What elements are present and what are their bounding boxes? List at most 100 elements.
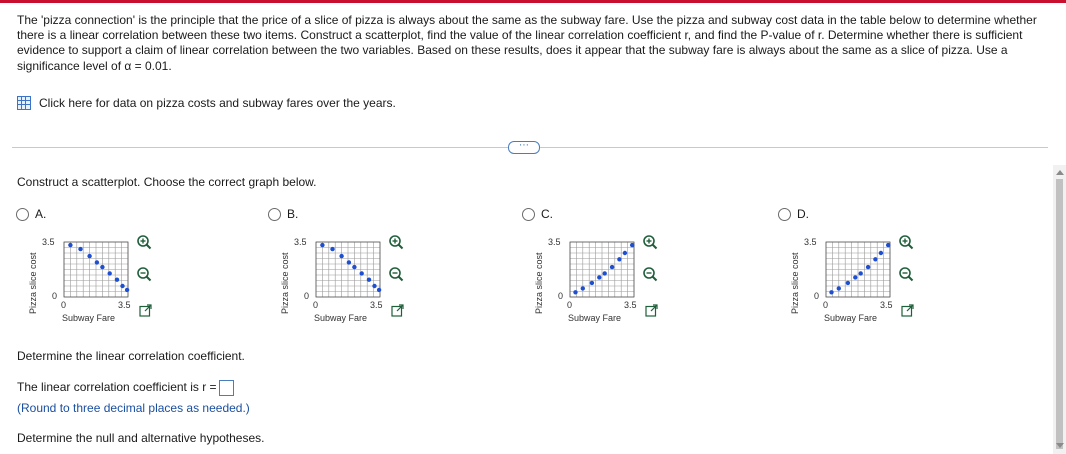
data-point [366,277,372,282]
data-point [873,257,878,262]
y-tick-top: 3.5 [804,237,817,247]
x-tick-left: 0 [313,300,319,310]
correlation-heading: Determine the linear correlation coeffic… [17,349,245,363]
data-point [602,271,607,276]
y-axis-label: Pizza slice cost [534,252,544,314]
option-c-scatterplot: Pizza slice cost 3.5 0 0 3.5 Subway Fare [534,234,674,334]
zoom-out-icon[interactable] [898,266,914,282]
data-point [622,250,628,256]
data-point [78,246,83,252]
x-tick-left: 0 [61,300,67,310]
option-b-scatterplot: Pizza slice cost 3.5 0 0 3.5 Subway Fare [280,234,420,334]
option-c-radio[interactable]: C. [522,207,553,221]
option-label: A. [35,207,47,221]
rounding-hint: (Round to three decimal places as needed… [17,401,250,415]
option-label: B. [287,207,299,221]
data-point [87,253,92,259]
hypotheses-heading: Determine the null and alternative hypot… [17,431,265,445]
zoom-in-icon[interactable] [136,234,152,250]
data-point [886,242,891,248]
zoom-in-icon[interactable] [388,234,404,250]
data-point [597,275,602,280]
data-point [372,283,377,289]
correlation-line: The linear correlation coefficient is r … [17,380,234,396]
data-point [346,260,352,265]
top-accent-bar [0,0,1066,3]
y-axis-label: Pizza slice cost [28,252,38,314]
construct-prompt: Construct a scatterplot. Choose the corr… [17,175,317,189]
data-point [352,264,357,270]
zoom-in-icon[interactable] [642,234,658,250]
radio-circle-icon[interactable] [268,207,281,221]
option-a-scatterplot: Pizza slice cost 3.5 0 0 3.5 Subway Fare [28,234,168,334]
x-axis-label: Subway Fare [314,313,368,323]
data-point [865,264,871,270]
data-point [68,242,73,248]
y-tick-top: 3.5 [548,237,561,247]
data-point [359,271,364,276]
y-tick-top: 3.5 [294,237,307,247]
popout-icon[interactable] [391,304,404,317]
data-point [94,260,100,265]
data-point [100,264,105,270]
x-tick-right: 3.5 [118,300,131,310]
radio-circle-icon[interactable] [522,207,535,221]
option-label: C. [541,207,553,221]
data-point [609,264,615,270]
data-point [107,271,112,276]
option-d-scatterplot: Pizza slice cost 3.5 0 0 3.5 Subway Fare [790,234,930,334]
option-a-radio[interactable]: A. [16,207,46,221]
data-point [114,277,120,282]
zoom-in-icon[interactable] [898,234,914,250]
radio-circle-icon[interactable] [16,207,29,221]
y-tick-bottom: 0 [52,291,58,301]
scroll-up-arrow-icon[interactable] [1056,170,1064,175]
table-icon [17,96,31,110]
x-axis-label: Subway Fare [824,313,878,323]
correlation-answer-input[interactable] [218,380,234,396]
data-point [836,286,841,291]
data-point [120,283,125,289]
x-tick-right: 3.5 [370,300,383,310]
x-tick-left: 0 [823,300,829,310]
y-tick-bottom: 0 [814,291,820,301]
scroll-thumb[interactable] [1056,179,1063,449]
data-point [858,271,863,276]
option-label: D. [797,207,809,221]
expand-more-button[interactable]: ⋯ [508,141,540,154]
data-point [339,253,344,259]
option-d-radio[interactable]: D. [778,207,809,221]
zoom-out-icon[interactable] [642,266,658,282]
data-point [829,290,834,295]
popout-icon[interactable] [901,304,914,317]
data-point [124,287,130,293]
vertical-scrollbar[interactable] [1053,165,1066,454]
y-axis-label: Pizza slice cost [280,252,290,314]
y-tick-bottom: 0 [304,291,310,301]
x-axis-label: Subway Fare [568,313,622,323]
data-point [573,290,578,295]
y-axis-label: Pizza slice cost [790,252,800,314]
correlation-prompt: The linear correlation coefficient is r … [17,380,217,395]
popout-icon[interactable] [645,304,658,317]
radio-circle-icon[interactable] [778,207,791,221]
data-point [878,250,884,256]
data-point [845,280,851,286]
data-link-label[interactable]: Click here for data on pizza costs and s… [39,96,396,110]
x-tick-left: 0 [567,300,573,310]
zoom-out-icon[interactable] [136,266,152,282]
zoom-out-icon[interactable] [388,266,404,282]
data-point [589,280,595,286]
data-point [376,287,382,293]
data-table-link[interactable]: Click here for data on pizza costs and s… [17,96,396,110]
popout-icon[interactable] [139,304,152,317]
question-text: The 'pizza connection' is the principle … [17,13,1037,73]
x-tick-right: 3.5 [624,300,637,310]
option-b-radio[interactable]: B. [268,207,298,221]
scroll-down-arrow-icon[interactable] [1056,443,1064,448]
data-point [853,275,858,280]
data-point [330,246,335,252]
data-point [630,242,635,248]
y-tick-bottom: 0 [558,291,564,301]
x-axis-label: Subway Fare [62,313,116,323]
